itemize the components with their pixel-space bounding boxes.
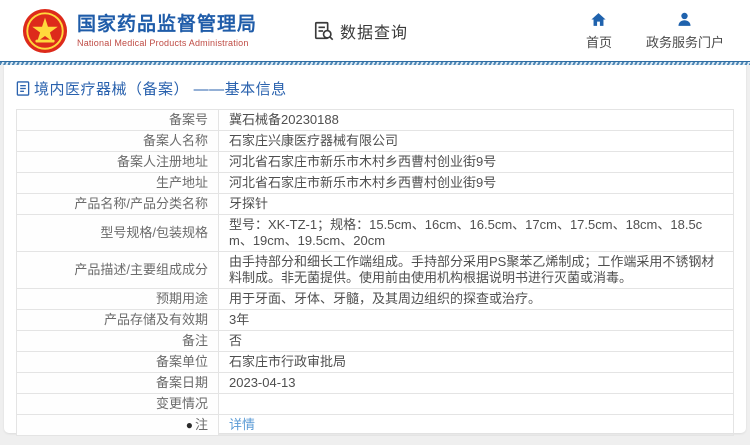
detail-link[interactable]: 详情	[229, 417, 255, 432]
table-row: 备案人注册地址 河北省石家庄市新乐市木村乡西曹村创业街9号	[16, 151, 734, 173]
row-label: 备案单位	[16, 351, 219, 373]
content-card: 境内医疗器械（备案） ——基本信息 备案号 冀石械备20230188 备案人名称 石家…	[4, 65, 746, 436]
row-value: 详情	[218, 414, 734, 436]
table-row: ● 注详情	[16, 414, 734, 436]
table-row: 变更情况	[16, 393, 734, 415]
nmpa-logo[interactable]: 国家药品监督管理局 National Medical Products Admi…	[22, 8, 257, 54]
data-query-label: 数据查询	[340, 24, 409, 42]
brand-text: 国家药品监督管理局 National Medical Products Admi…	[77, 13, 257, 48]
row-value: 3年	[218, 309, 734, 331]
page-title-text: 境内医疗器械（备案） ——基本信息	[34, 81, 287, 98]
row-label: 产品存储及有效期	[16, 309, 219, 331]
header-nav: 首页 政务服务门户	[586, 11, 724, 51]
info-table: 备案号 冀石械备20230188 备案人名称 石家庄兴康医疗器械有限公司 备案人注册地址…	[16, 109, 734, 436]
page-title: 境内医疗器械（备案） ——基本信息	[16, 78, 746, 99]
row-label: 型号规格/包装规格	[16, 214, 219, 252]
row-value: 河北省石家庄市新乐市木村乡西曹村创业街9号	[218, 172, 734, 194]
table-row: 产品描述/主要组成成分 由手持部分和细长工作端组成。手持部分采用PS聚苯乙烯制成；…	[16, 251, 734, 289]
home-icon	[591, 12, 607, 26]
row-value: 河北省石家庄市新乐市木村乡西曹村创业街9号	[218, 151, 734, 173]
nav-item-label: 政务服务门户	[645, 34, 724, 50]
user-icon	[678, 12, 692, 26]
row-label: 产品名称/产品分类名称	[16, 193, 219, 215]
table-row: 预期用途 用于牙面、牙体、牙髓，及其周边组织的探查或治疗。	[16, 288, 734, 310]
table-row: 备注否	[16, 330, 734, 352]
table-row: 产品存储及有效期 3年	[16, 309, 734, 331]
row-value: 2023-04-13	[218, 372, 734, 394]
table-row: 备案单位 石家庄市行政审批局	[16, 351, 734, 373]
nav-item-label: 首页	[585, 34, 612, 50]
row-label: 备案人注册地址	[16, 151, 219, 173]
org-name-en: National Medical Products Administration	[77, 38, 249, 48]
nav-item-portal[interactable]: 政务服务门户	[646, 11, 724, 51]
row-label: 备案号	[16, 109, 219, 131]
row-value: 石家庄兴康医疗器械有限公司	[218, 130, 734, 152]
table-row: 生产地址 河北省石家庄市新乐市木村乡西曹村创业街9号	[16, 172, 734, 194]
row-label: ● 注	[16, 414, 219, 436]
national-emblem-icon	[22, 8, 68, 53]
row-label: 备注	[16, 330, 219, 352]
app-header: 国家药品监督管理局 National Medical Products Admi…	[0, 0, 750, 61]
row-value: 由手持部分和细长工作端组成。手持部分采用PS聚苯乙烯制成；工作端采用不锈钢材料制…	[218, 251, 734, 289]
nav-item-home[interactable]: 首页	[586, 11, 612, 51]
row-value: 牙探针	[218, 193, 734, 215]
row-value: 石家庄市行政审批局	[218, 351, 734, 373]
document-search-icon	[314, 21, 334, 40]
table-row: 备案人名称 石家庄兴康医疗器械有限公司	[16, 130, 734, 152]
document-icon	[16, 81, 30, 96]
table-row: 备案日期 2023-04-13	[16, 372, 734, 394]
row-label: 备案日期	[16, 372, 219, 394]
row-value	[218, 393, 734, 415]
row-label: 预期用途	[16, 288, 219, 310]
note-icon: ●	[185, 418, 193, 432]
table-row: 产品名称/产品分类名称 牙探针	[16, 193, 734, 215]
table-row: 备案号 冀石械备20230188	[16, 109, 734, 131]
row-value: 型号：XK-TZ-1；规格：15.5cm、16cm、16.5cm、17cm、17…	[218, 214, 734, 252]
row-label: 变更情况	[16, 393, 219, 415]
row-value: 用于牙面、牙体、牙髓，及其周边组织的探查或治疗。	[218, 288, 734, 310]
row-label: 生产地址	[16, 172, 219, 194]
org-name: 国家药品监督管理局	[77, 14, 258, 35]
table-row: 型号规格/包装规格 型号：XK-TZ-1；规格：15.5cm、16cm、16.5c…	[16, 214, 734, 252]
info-table-body: 备案号 冀石械备20230188 备案人名称 石家庄兴康医疗器械有限公司 备案人注册地址…	[16, 109, 734, 436]
row-value: 冀石械备20230188	[218, 109, 734, 131]
row-value: 否	[218, 330, 734, 352]
row-label: 备案人名称	[16, 130, 219, 152]
row-label: 产品描述/主要组成成分	[16, 251, 219, 289]
data-query-button[interactable]: 数据查询	[313, 19, 408, 43]
